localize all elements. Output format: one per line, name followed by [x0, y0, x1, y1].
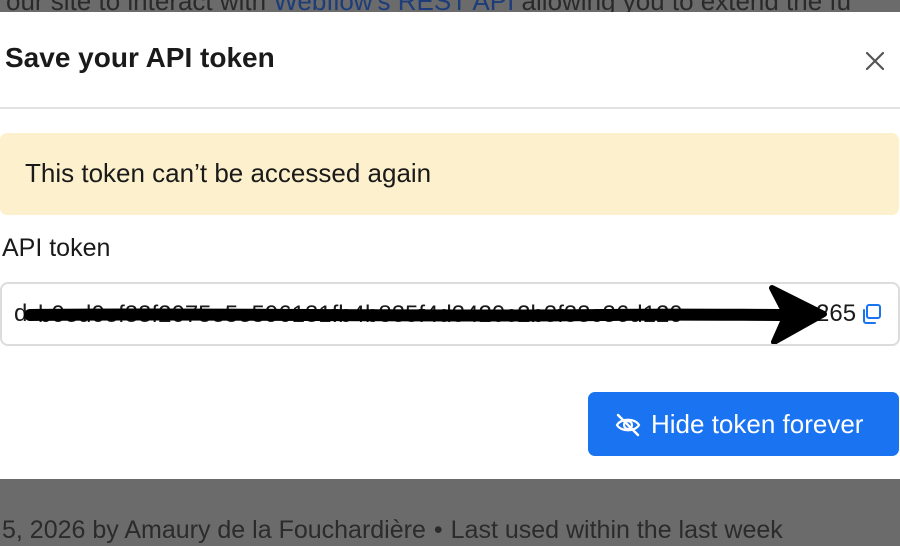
eye-off-icon — [615, 413, 641, 437]
api-token-label: API token — [2, 234, 111, 262]
copy-icon — [863, 304, 881, 324]
meta-separator: • — [433, 516, 443, 544]
api-token-field[interactable]: d b0ed0ef33f2075e5e596131fb4b835f4d3420c… — [0, 282, 900, 346]
dialog-title: Save your API token — [5, 42, 275, 73]
hide-token-button-label: Hide token forever — [651, 409, 864, 439]
token-visible-suffix: 265 — [816, 300, 857, 327]
token-created-meta: 5, 2026 by Amaury de la Fouchardière — [2, 516, 426, 544]
background-token-meta: 5, 2026 by Amaury de la Fouchardière • Las… — [2, 516, 783, 545]
warning-banner: This token can’t be accessed again — [0, 133, 899, 215]
dialog-header: Save your API token — [0, 12, 900, 109]
token-obscured-value: b0ed0ef33f2075e5e596131fb4b835f4d3420c2b… — [38, 301, 683, 323]
warning-text: This token can’t be accessed again — [25, 158, 432, 188]
copy-token-button[interactable] — [858, 301, 884, 327]
save-token-dialog: Save your API token This token can’t be … — [0, 12, 900, 479]
close-icon — [865, 51, 885, 71]
token-visible-prefix: d — [14, 300, 28, 327]
token-last-used: Last used within the last week — [450, 516, 783, 544]
page: our site to interact with Webflow's REST… — [0, 0, 900, 546]
close-button[interactable] — [862, 48, 888, 74]
hide-token-forever-button[interactable]: Hide token forever — [588, 392, 899, 456]
